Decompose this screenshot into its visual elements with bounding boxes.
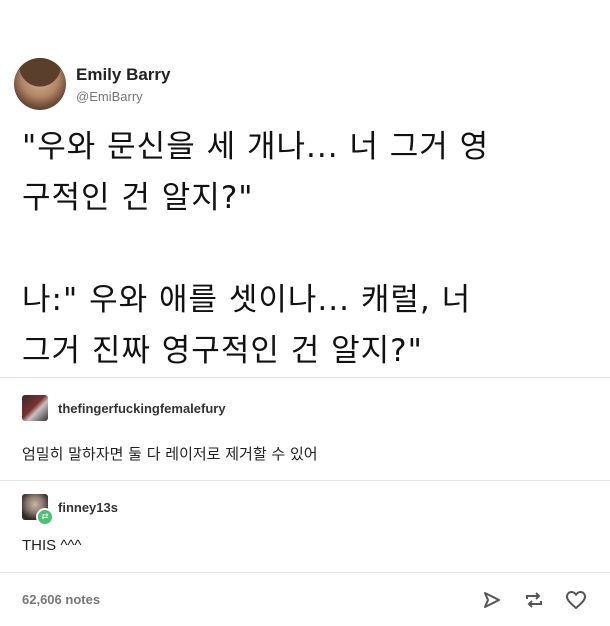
post-text-line: 나:" 우와 애를 셋이나... 캐럴, 너 bbox=[22, 282, 472, 318]
divider bbox=[0, 480, 610, 481]
avatar[interactable] bbox=[22, 395, 48, 421]
post-header: Emily Barry @EmiBarry bbox=[14, 58, 171, 110]
divider bbox=[0, 377, 610, 378]
reply-header: ⇄ finney13s bbox=[22, 494, 118, 526]
reply-username[interactable]: finney13s bbox=[58, 500, 118, 515]
avatar[interactable] bbox=[14, 58, 66, 110]
reply-username[interactable]: thefingerfuckingfemalefury bbox=[58, 401, 226, 416]
post-text-blank-line bbox=[22, 224, 602, 275]
post-text: "우와 문신을 세 개나... 너 그거 영 구적인 건 알지?" 나:" 우와… bbox=[22, 122, 602, 377]
author-name[interactable]: Emily Barry bbox=[76, 65, 171, 85]
avatar[interactable]: ⇄ bbox=[22, 494, 54, 526]
post-text-line: "우와 문신을 세 개나... 너 그거 영 bbox=[22, 129, 490, 165]
author-handle[interactable]: @EmiBarry bbox=[76, 89, 171, 104]
reply-text: 엄밀히 말하자면 둘 다 레이저로 제거할 수 있어 bbox=[22, 445, 318, 463]
reply-header: thefingerfuckingfemalefury bbox=[22, 395, 226, 421]
notes-count[interactable]: 62,606 notes bbox=[22, 592, 100, 607]
like-icon[interactable] bbox=[564, 588, 588, 612]
reblog-badge-icon: ⇄ bbox=[36, 508, 54, 526]
reblog-icon[interactable] bbox=[522, 588, 546, 612]
post-text-line: 구적인 건 알지?" bbox=[22, 180, 254, 216]
post-text-line: 그거 진짜 영구적인 건 알지?" bbox=[22, 333, 423, 369]
divider bbox=[0, 572, 610, 573]
reply-text: THIS ^^^ bbox=[22, 537, 82, 554]
post-actions bbox=[480, 588, 588, 612]
author-info: Emily Barry @EmiBarry bbox=[76, 65, 171, 104]
share-icon[interactable] bbox=[480, 588, 504, 612]
